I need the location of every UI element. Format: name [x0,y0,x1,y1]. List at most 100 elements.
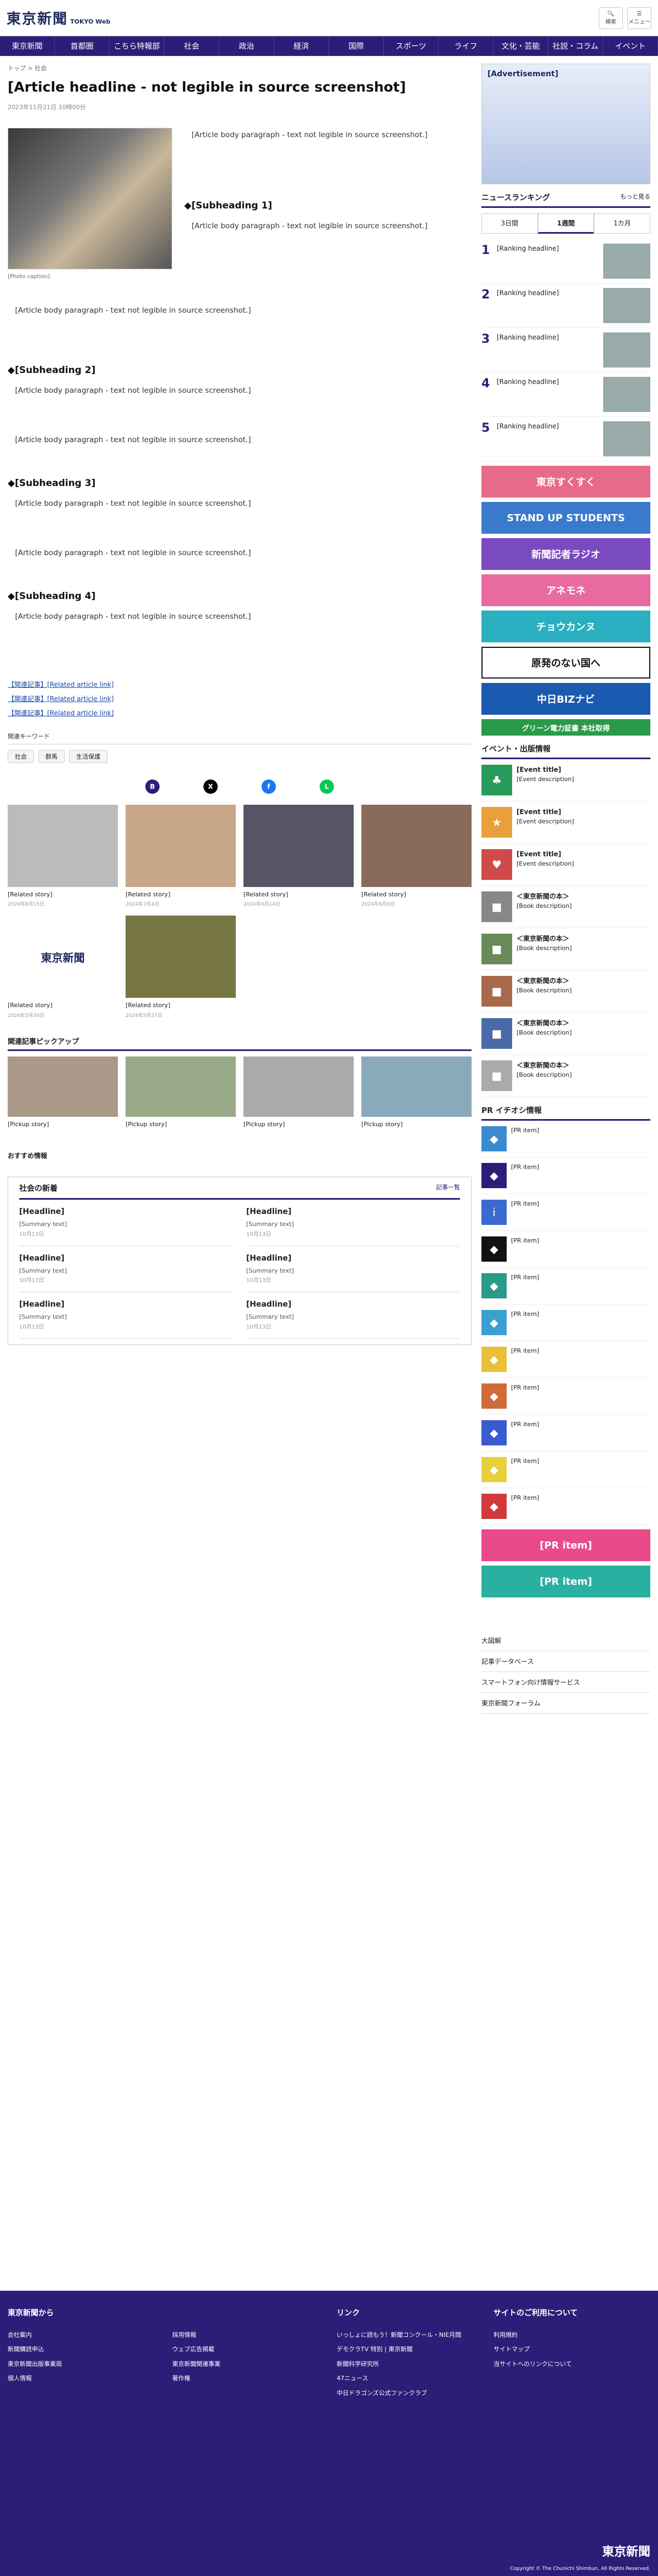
tab-3days[interactable]: 3日間 [481,213,538,234]
link-daizukai[interactable]: 大図解 [481,1630,650,1651]
footer-link[interactable]: 47ニュース [337,2371,494,2386]
banner-gurutto[interactable]: [PR item] [481,1529,650,1561]
banner-heart-design[interactable]: [PR item] [481,1566,650,1597]
line-share-icon[interactable]: L [320,779,334,794]
nav-item[interactable]: スポーツ [384,36,439,56]
nav-item[interactable]: 国際 [329,36,384,56]
link-forum[interactable]: 東京新聞フォーラム [481,1693,650,1714]
event-item[interactable]: ■ ＜東京新聞の本＞ [Book description] [481,1055,650,1097]
pr-item[interactable]: ◆ [PR item] [481,1231,650,1268]
banner-genpatsu[interactable]: 原発のない国へ [481,647,650,679]
nav-item[interactable]: ライフ [439,36,494,56]
footer-link[interactable]: 新聞科学研究所 [337,2357,494,2371]
pr-item[interactable]: i [PR item] [481,1194,650,1231]
ranking-item[interactable]: 3 [Ranking headline] [481,328,650,372]
footer-link[interactable]: 当サイトへのリンクについて [494,2357,650,2371]
pr-item[interactable]: ◆ [PR item] [481,1121,650,1157]
news-item[interactable]: [Headline] [Summary text] 10月13日 [246,1246,460,1293]
link-database[interactable]: 記事データベース [481,1651,650,1672]
related-card[interactable]: 東京新聞 [Related story] 2024年5月30日 [8,916,118,1019]
keyword-tag[interactable]: 社会 [8,749,34,763]
pr-item[interactable]: ◆ [PR item] [481,1304,650,1341]
related-link[interactable]: 【関連記事】[Related article link] [8,677,472,692]
banner-students[interactable]: STAND UP STUDENTS [481,502,650,534]
footer-link[interactable]: 新聞購読申込 [8,2342,172,2357]
footer-link[interactable]: デモクラTV 特別 | 東京新聞 [337,2342,494,2357]
news-item[interactable]: [Headline] [Summary text] 10月13日 [19,1246,233,1293]
related-link[interactable]: 【関連記事】[Related article link] [8,706,472,720]
banner-sukusuku[interactable]: 東京すくすく [481,466,650,498]
ranking-item[interactable]: 2 [Ranking headline] [481,284,650,328]
ranking-item[interactable]: 1 [Ranking headline] [481,239,650,284]
ranking-item[interactable]: 5 [Ranking headline] [481,417,650,461]
related-card[interactable]: [Related story] 2024年6月14日 [243,804,354,908]
sidebar-ad[interactable]: [Advertisement] [481,64,650,184]
ranking-item[interactable]: 4 [Ranking headline] [481,372,650,417]
facebook-share-icon[interactable]: f [262,779,276,794]
nav-item[interactable]: こちら特報部 [110,36,164,56]
pickup-card[interactable]: [Pickup story] [126,1056,236,1129]
event-item[interactable]: ■ ＜東京新聞の本＞ [Book description] [481,1013,650,1055]
footer-logo[interactable]: 東京新聞 [602,2542,650,2560]
nav-item[interactable]: イベント [603,36,658,56]
event-item[interactable]: ■ ＜東京新聞の本＞ [Book description] [481,970,650,1013]
footer-link[interactable]: いっしょに読もう！新聞コンクール・NIE月間 [337,2328,494,2342]
related-card[interactable]: [Related story] 2024年8月15日 [8,804,118,908]
article-photo[interactable] [8,127,172,269]
pr-item[interactable]: ◆ [PR item] [481,1415,650,1451]
banner-biznavi[interactable]: 中日BIZナビ [481,683,650,715]
related-link[interactable]: 【関連記事】[Related article link] [8,692,472,706]
pr-item[interactable]: ◆ [PR item] [481,1451,650,1488]
nav-item[interactable]: 経済 [274,36,329,56]
footer-link[interactable]: 東京新聞関連事業 [172,2357,337,2371]
pickup-card[interactable]: [Pickup story] [243,1056,354,1129]
related-card[interactable]: [Related story] 2024年6月6日 [361,804,472,908]
bookmark-share-icon[interactable]: B [145,779,160,794]
event-item[interactable]: ■ ＜東京新聞の本＞ [Book description] [481,886,650,928]
pr-item[interactable]: ◆ [PR item] [481,1488,650,1525]
more-link[interactable]: 記事一覧 [436,1183,460,1194]
search-button[interactable]: 🔍 検索 [599,7,623,29]
pickup-card[interactable]: [Pickup story] [361,1056,472,1129]
event-item[interactable]: ■ ＜東京新聞の本＞ [Book description] [481,928,650,970]
keyword-tag[interactable]: 生活保護 [69,749,107,763]
event-item[interactable]: ♥ [Event title] [Event description] [481,844,650,886]
footer-link[interactable]: ウェブ広告掲載 [172,2342,337,2357]
footer-link[interactable]: 東京新聞出版事業局 [8,2357,172,2371]
related-card[interactable]: [Related story] 2024年5月27日 [126,916,236,1019]
footer-link[interactable]: 利用規約 [494,2328,650,2342]
nav-item[interactable]: 東京新聞 [0,36,55,56]
tab-1month[interactable]: 1カ月 [594,213,651,234]
banner-chokan[interactable]: チョウカンヌ [481,611,650,642]
news-item[interactable]: [Headline] [Summary text] 10月13日 [19,1200,233,1246]
related-card[interactable]: [Related story] 2024年7月4日 [126,804,236,908]
pr-item[interactable]: ◆ [PR item] [481,1268,650,1304]
menu-button[interactable]: ☰ メニュー [627,7,651,29]
news-item[interactable]: [Headline] [Summary text] 10月13日 [246,1200,460,1246]
footer-link[interactable]: 会社案内 [8,2328,172,2342]
footer-link[interactable]: 著作権 [172,2371,337,2386]
event-item[interactable]: ♣ [Event title] [Event description] [481,759,650,801]
nav-item[interactable]: 社会 [164,36,219,56]
nav-item[interactable]: 首都圏 [55,36,110,56]
nav-item[interactable]: 文化・芸能 [494,36,548,56]
banner-green[interactable]: グリーン電力証書 本社取得 [481,719,650,736]
breadcrumb[interactable]: トップ > 社会 [8,64,472,72]
nav-item[interactable]: 政治 [219,36,274,56]
banner-anemone[interactable]: アネモネ [481,574,650,606]
news-item[interactable]: [Headline] [Summary text] 10月13日 [19,1292,233,1339]
footer-link[interactable]: サイトマップ [494,2342,650,2357]
news-item[interactable]: [Headline] [Summary text] 10月13日 [246,1292,460,1339]
footer-link[interactable]: 採用情報 [172,2328,337,2342]
nav-item[interactable]: 社説・コラム [548,36,603,56]
pr-item[interactable]: ◆ [PR item] [481,1341,650,1378]
footer-link[interactable]: 個人情報 [8,2371,172,2386]
site-logo[interactable]: 東京新聞 TOKYO Web [7,8,110,28]
banner-radio[interactable]: 新聞記者ラジオ [481,538,650,570]
keyword-tag[interactable]: 群馬 [38,749,65,763]
link-smartphone[interactable]: スマートフォン向け情報サービス [481,1672,650,1693]
pr-item[interactable]: ◆ [PR item] [481,1157,650,1194]
pr-item[interactable]: ◆ [PR item] [481,1378,650,1415]
event-item[interactable]: ★ [Event title] [Event description] [481,801,650,844]
ranking-more-link[interactable]: もっと見る [620,192,650,203]
